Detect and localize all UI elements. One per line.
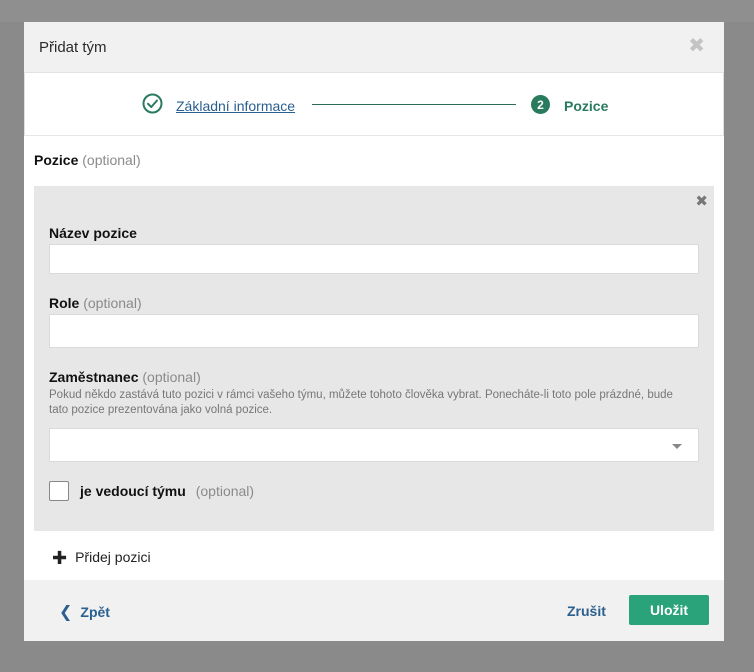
employee-optional: (optional) (142, 369, 201, 385)
position-name-input[interactable] (49, 244, 699, 274)
employee-help-text: Pokud někdo zastává tuto pozici v rámci … (49, 389, 673, 416)
position-panel: ✖ Název pozice Role (optional) Zaměstnan… (34, 186, 714, 531)
employee-select[interactable] (49, 428, 699, 462)
section-title: Pozice (optional) (34, 152, 141, 168)
position-name-label: Název pozice (49, 225, 137, 241)
team-leader-label: je vedoucí týmu (optional) (80, 483, 254, 499)
role-label-text: Role (49, 295, 80, 311)
chevron-left-icon: ❮ (59, 604, 73, 621)
team-leader-checkbox[interactable] (49, 481, 69, 501)
caret-down-icon (672, 444, 682, 449)
stepper: Základní informace 2 Pozice (24, 73, 724, 136)
team-leader-label-text: je vedoucí týmu (80, 483, 186, 499)
role-optional: (optional) (83, 295, 142, 311)
close-icon[interactable]: ✖ (688, 36, 705, 56)
add-position-label: Přidej pozici (75, 549, 151, 565)
section-optional: (optional) (82, 152, 141, 168)
backdrop (0, 0, 754, 22)
modal-footer: ❮ Zpět Zrušit Uložit (24, 580, 724, 641)
role-input[interactable] (49, 314, 699, 348)
step-positions-label: Pozice (564, 98, 609, 114)
remove-position-icon[interactable]: ✖ (695, 192, 708, 210)
add-position-button[interactable]: ✚ Přidej pozici (52, 548, 151, 569)
employee-label: Zaměstnanec (optional) (49, 369, 201, 385)
cancel-button[interactable]: Zrušit (567, 603, 606, 619)
modal-header: Přidat tým ✖ (24, 22, 724, 73)
step-connector (312, 104, 516, 105)
plus-icon: ✚ (52, 548, 68, 568)
modal-title: Přidat tým (39, 39, 107, 56)
employee-label-text: Zaměstnanec (49, 369, 139, 385)
role-label: Role (optional) (49, 295, 142, 311)
step-2-badge: 2 (531, 95, 550, 114)
position-name-label-text: Název pozice (49, 225, 137, 241)
add-team-modal: Přidat tým ✖ Základní informace 2 Pozice… (24, 22, 724, 641)
team-leader-optional: (optional) (195, 483, 255, 499)
back-label: Zpět (80, 604, 110, 620)
check-circle-icon (142, 93, 163, 114)
save-button[interactable]: Uložit (629, 595, 709, 625)
section-title-text: Pozice (34, 152, 79, 168)
step-basic-info-link[interactable]: Základní informace (176, 98, 295, 114)
back-button[interactable]: ❮ Zpět (59, 602, 110, 622)
